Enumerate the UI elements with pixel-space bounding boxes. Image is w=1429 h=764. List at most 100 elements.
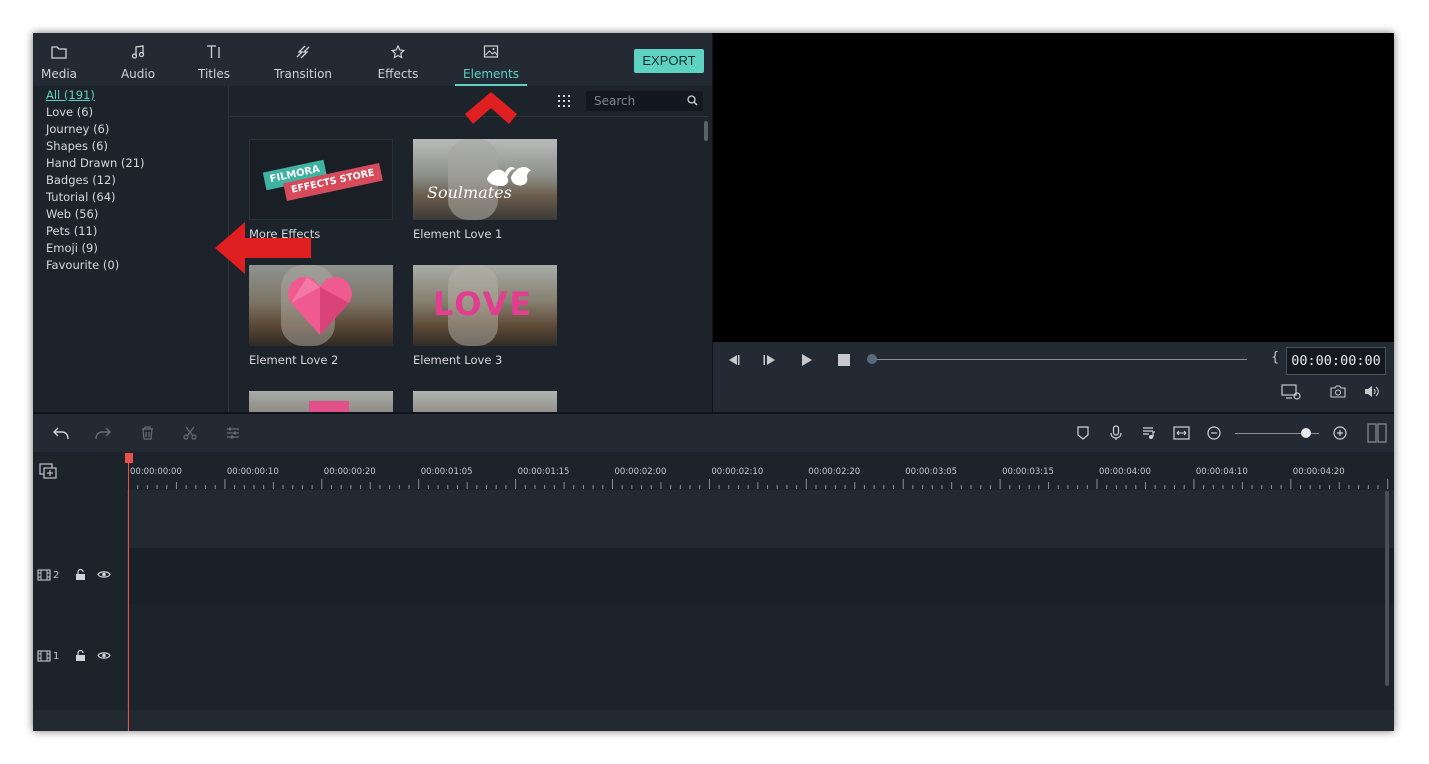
category-sidebar: All (191) Love (6) Journey (6) Shapes (6… <box>33 86 229 412</box>
voiceover-list-icon[interactable] <box>1142 426 1156 440</box>
play-icon[interactable] <box>801 353 813 367</box>
annotation-chevron-up-icon <box>465 92 517 124</box>
redo-icon[interactable] <box>95 426 111 440</box>
love-overlay-text: LOVE <box>433 285 534 323</box>
thumbnail-element-love-3[interactable]: LOVE <box>413 265 557 346</box>
track-header-2: 2 <box>33 548 128 604</box>
fit-timeline-icon[interactable] <box>1173 426 1190 440</box>
previous-frame-icon[interactable] <box>726 354 740 366</box>
zoom-in-icon[interactable] <box>1333 426 1347 440</box>
video-preview <box>713 33 1394 342</box>
tab-media[interactable]: Media <box>33 33 85 86</box>
video-track-icon <box>37 569 51 581</box>
category-hand-drawn[interactable]: Hand Drawn (21) <box>46 156 145 170</box>
image-icon <box>483 45 499 58</box>
ruler-timecode-label: 00:00:02:00 <box>614 467 667 477</box>
ruler-timecode-label: 00:00:02:20 <box>808 467 861 477</box>
timecode-display: 00:00:00:00 <box>1286 347 1386 375</box>
search-icon[interactable] <box>687 95 698 106</box>
ruler-timecode-label: 00:00:04:20 <box>1292 467 1345 477</box>
thumbnail-element-love-2[interactable] <box>249 265 393 346</box>
panel-layout-icon[interactable] <box>1367 423 1387 443</box>
video-track-icon <box>37 650 51 662</box>
soulmates-overlay-text: Soulmates <box>427 183 512 202</box>
undo-icon[interactable] <box>53 426 69 440</box>
timeline-scrollbar[interactable] <box>1385 491 1389 686</box>
timeline-audio-track[interactable] <box>33 710 1394 731</box>
zoom-slider-handle[interactable] <box>1301 428 1311 438</box>
playhead-handle[interactable] <box>125 453 133 463</box>
ruler-timecode-label: 00:00:01:15 <box>517 467 570 477</box>
lock-icon[interactable] <box>75 569 86 581</box>
effects-icon <box>390 45 406 59</box>
thumbnail-partial[interactable] <box>413 391 557 412</box>
thumbnail-more-effects[interactable]: FILMORA EFFECTS STORE <box>249 139 393 220</box>
delete-icon[interactable] <box>141 426 154 440</box>
volume-icon[interactable] <box>1364 385 1380 398</box>
ruler-timecode-label: 00:00:04:10 <box>1195 467 1248 477</box>
export-button[interactable]: EXPORT <box>634 49 704 73</box>
tab-transition[interactable]: Transition <box>271 33 335 86</box>
category-all[interactable]: All (191) <box>46 88 95 102</box>
annotation-arrow-left-icon <box>215 222 311 274</box>
transition-icon <box>296 45 310 59</box>
category-web[interactable]: Web (56) <box>46 207 98 221</box>
track-number: 2 <box>53 570 60 581</box>
music-note-icon <box>131 45 145 59</box>
ruler-timecode-label: 00:00:04:00 <box>1099 467 1151 477</box>
category-favourite[interactable]: Favourite (0) <box>46 258 119 272</box>
playback-controls: { } 00:00:00:00 <box>713 342 1394 412</box>
thumbnail-partial[interactable] <box>249 391 393 412</box>
microphone-icon[interactable] <box>1110 425 1122 441</box>
progress-track[interactable] <box>873 359 1247 360</box>
add-track-icon[interactable] <box>39 463 57 479</box>
category-emoji[interactable]: Emoji (9) <box>46 241 98 255</box>
search-input[interactable]: Search <box>586 91 703 111</box>
tab-effects[interactable]: Effects <box>373 33 423 86</box>
split-scissors-icon[interactable] <box>183 426 197 440</box>
ruler-ticks <box>128 479 1389 489</box>
category-journey[interactable]: Journey (6) <box>46 122 109 136</box>
heart-icon <box>288 276 352 335</box>
category-badges[interactable]: Badges (12) <box>46 173 116 187</box>
elements-scrollbar[interactable] <box>704 121 708 141</box>
tab-audio[interactable]: Audio <box>113 33 163 86</box>
tab-titles[interactable]: Titles <box>191 33 237 86</box>
marker-icon[interactable] <box>1077 426 1089 440</box>
category-love[interactable]: Love (6) <box>46 105 93 119</box>
library-tabs-bar: Media Audio Titles Transition Effects El… <box>33 33 712 86</box>
progress-handle[interactable] <box>867 354 877 364</box>
eye-icon[interactable] <box>97 651 111 660</box>
ruler-timecode-label: 00:00:00:20 <box>323 467 376 477</box>
timeline-track-1[interactable]: 1 <box>33 604 1394 710</box>
thumbnail-label: Element Love 2 <box>249 353 339 367</box>
thumbnail-label: Element Love 1 <box>413 227 503 241</box>
timeline-empty-track[interactable] <box>33 490 1394 548</box>
thumbnail-element-love-1[interactable]: Soulmates <box>413 139 557 220</box>
timeline-ruler[interactable]: 00:00:00:00 00:00:00:10 00:00:00:20 00:00:0… <box>33 452 1394 490</box>
playhead-line[interactable] <box>128 453 129 731</box>
category-shapes[interactable]: Shapes (6) <box>46 139 108 153</box>
timeline-track-2[interactable]: 2 <box>33 548 1394 604</box>
folder-icon <box>51 46 67 59</box>
track-number: 1 <box>53 651 60 662</box>
category-tutorial[interactable]: Tutorial (64) <box>46 190 116 204</box>
ruler-timecode-label: 00:00:02:10 <box>711 467 764 477</box>
track-header-1: 1 <box>33 604 128 710</box>
tab-elements[interactable]: Elements <box>455 33 527 86</box>
display-settings-icon[interactable] <box>1281 384 1301 400</box>
category-pets[interactable]: Pets (11) <box>46 224 97 238</box>
stop-icon[interactable] <box>838 354 850 366</box>
grid-view-icon[interactable] <box>558 95 570 107</box>
filmora-editor-window: Media Audio Titles Transition Effects El… <box>33 33 1394 731</box>
zoom-out-icon[interactable] <box>1207 426 1221 440</box>
next-frame-icon[interactable] <box>763 354 777 366</box>
lock-icon[interactable] <box>75 650 86 662</box>
ruler-timecode-label: 00:00:03:05 <box>905 467 958 477</box>
snapshot-camera-icon[interactable] <box>1330 385 1346 398</box>
adjust-settings-icon[interactable] <box>226 426 240 440</box>
timeline-toolbar <box>33 414 1394 452</box>
ruler-timecode-label: 00:00:00:00 <box>130 467 182 477</box>
eye-icon[interactable] <box>97 570 111 579</box>
text-icon <box>207 45 220 58</box>
